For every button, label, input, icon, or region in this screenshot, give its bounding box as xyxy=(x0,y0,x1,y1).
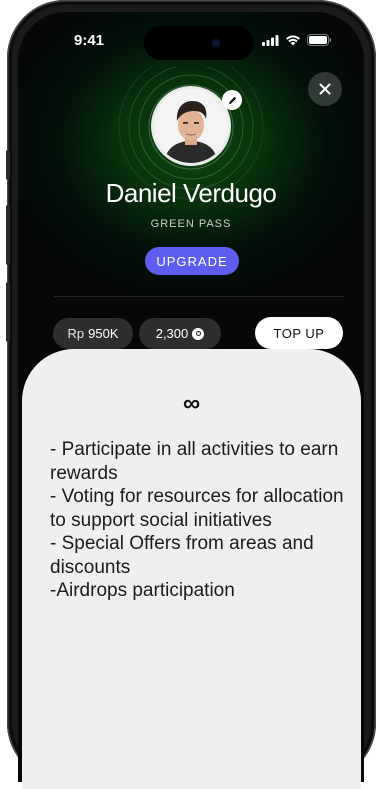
points-chip[interactable]: 2,300 xyxy=(139,318,221,349)
benefit-item: - Participate in all activities to earn … xyxy=(50,439,339,484)
avatar[interactable] xyxy=(154,89,228,163)
status-time: 9:41 xyxy=(74,32,105,49)
balance-value: 950K xyxy=(88,326,119,341)
benefit-item: - Special Offers from areas and discount… xyxy=(50,533,314,578)
edit-avatar-button[interactable] xyxy=(222,90,242,110)
profile-name: Daniel Verdugo xyxy=(105,178,277,208)
battery-icon xyxy=(307,34,332,46)
benefit-item: - Voting for resources for allocation to… xyxy=(50,486,344,531)
close-button[interactable] xyxy=(308,72,342,106)
avatar-photo xyxy=(154,89,228,163)
currency-prefix: Rp xyxy=(67,326,85,341)
wifi-icon xyxy=(286,35,300,45)
mute-switch xyxy=(6,150,10,180)
top-up-button[interactable]: TOP UP xyxy=(255,317,343,349)
coin-icon xyxy=(192,327,205,340)
benefit-item: -Airdrops participation xyxy=(50,580,235,601)
close-icon xyxy=(319,83,331,95)
balance-chip[interactable]: Rp 950K xyxy=(53,318,133,349)
dynamic-island xyxy=(144,26,254,60)
edit-pencil-icon xyxy=(228,96,236,104)
benefits-list: - Participate in all activities to earn … xyxy=(50,438,355,603)
volume-down-button xyxy=(6,282,10,342)
divider xyxy=(54,296,344,297)
status-icons xyxy=(262,34,332,46)
pass-label: GREEN PASS xyxy=(150,218,232,230)
infinity-icon: ∞ xyxy=(182,390,201,417)
camera-dot xyxy=(212,39,220,47)
upgrade-button[interactable]: UPGRADE xyxy=(145,247,239,275)
volume-up-button xyxy=(6,205,10,265)
points-value: 2,300 xyxy=(155,326,189,341)
cellular-signal-icon xyxy=(262,34,279,46)
